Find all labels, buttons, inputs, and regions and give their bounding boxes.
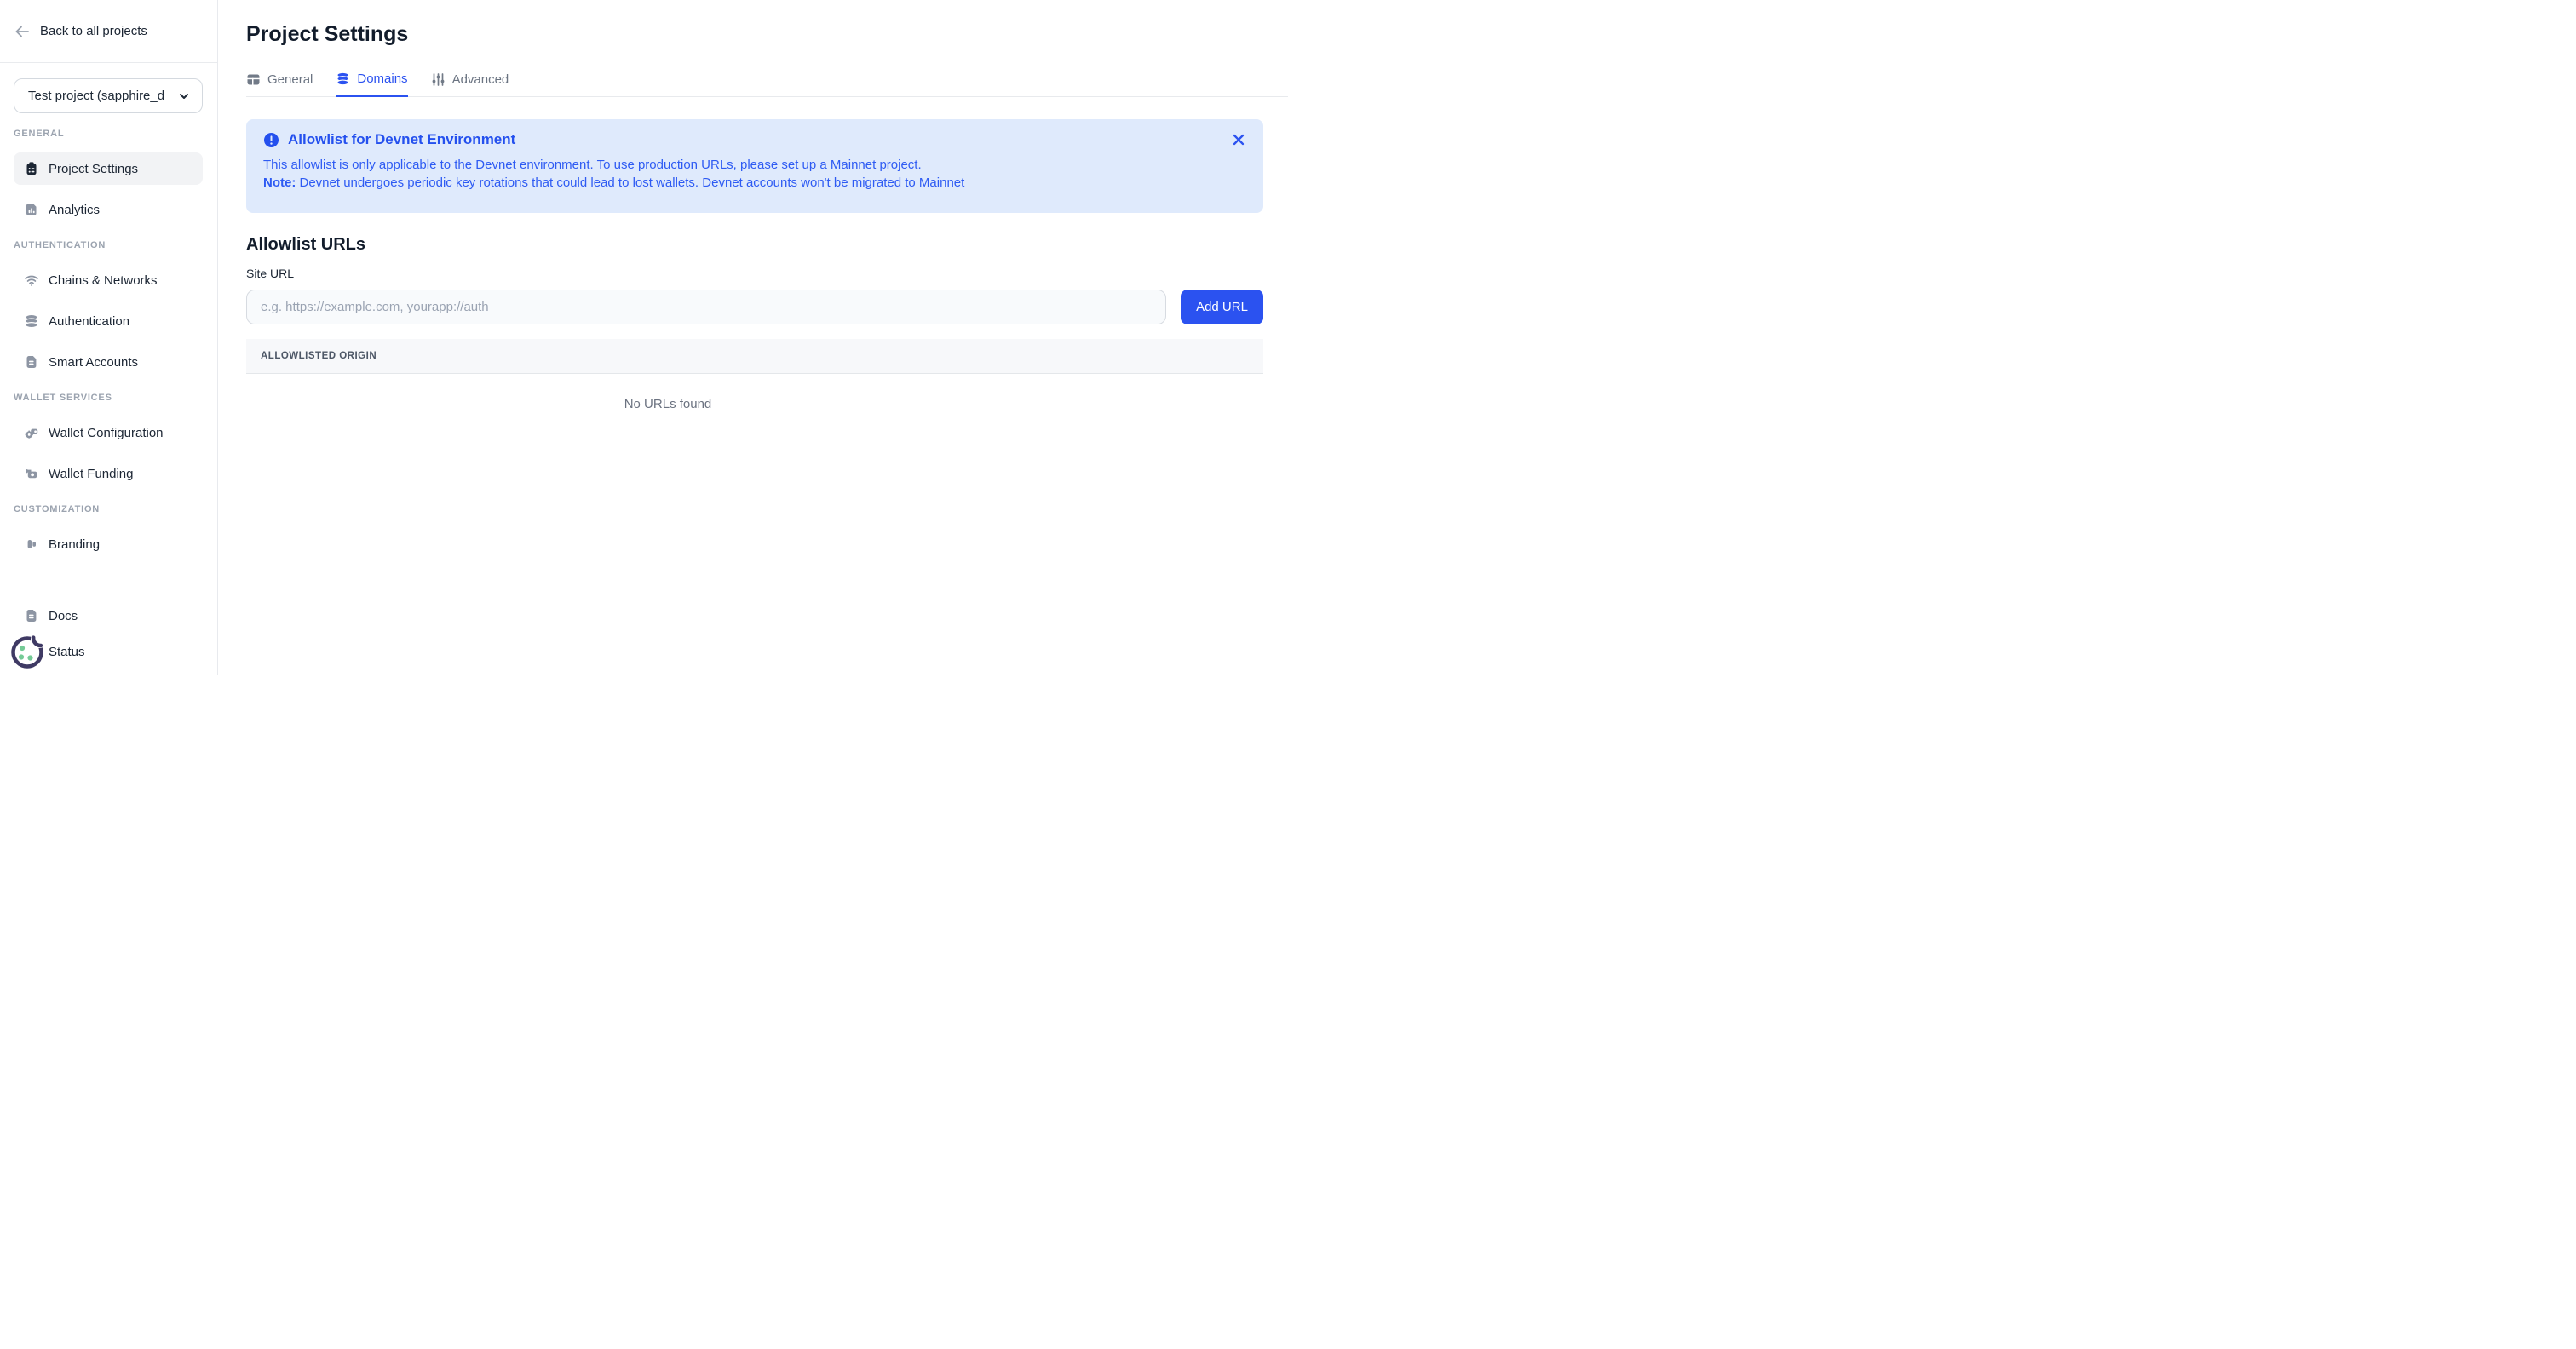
sidebar-item-label: Project Settings (49, 162, 138, 176)
file-icon (24, 354, 39, 370)
url-input-row: Add URL (246, 290, 1263, 324)
banner-body: This allowlist is only applicable to the… (263, 156, 1246, 192)
sidebar-item-label: Analytics (49, 203, 100, 217)
devnet-allowlist-banner: Allowlist for Devnet Environment This al… (246, 119, 1263, 213)
chevron-down-icon (178, 90, 190, 102)
tab-label: Domains (357, 72, 407, 86)
sidebar-item-label: Chains & Networks (49, 273, 158, 288)
add-url-button[interactable]: Add URL (1181, 290, 1263, 324)
table-icon (246, 72, 261, 87)
back-label: Back to all projects (40, 24, 147, 38)
sidebar-item-label: Authentication (49, 314, 129, 329)
sidebar-item-chains-networks[interactable]: Chains & Networks (14, 264, 203, 296)
sidebar-scroll-area: Test project (sapphire_d GENERAL (0, 63, 217, 555)
tab-label: Advanced (452, 72, 509, 87)
sidebar-item-label: Branding (49, 537, 100, 552)
sidebar-item-label: Wallet Funding (49, 467, 134, 481)
project-selector-value: Test project (sapphire_d (28, 89, 178, 103)
banner-line-2: Note: Devnet undergoes periodic key rota… (263, 174, 1246, 192)
banner-line-1: This allowlist is only applicable to the… (263, 156, 1246, 174)
banner-title: Allowlist for Devnet Environment (288, 131, 515, 148)
main-content: Project Settings General (218, 0, 1288, 674)
sidebar-item-label: Smart Accounts (49, 355, 138, 370)
tab-domains[interactable]: Domains (336, 72, 407, 97)
wifi-icon (24, 273, 39, 288)
branding-icon (24, 537, 39, 552)
analytics-icon (24, 202, 39, 217)
tab-advanced[interactable]: Advanced (431, 72, 509, 97)
sidebar-item-wallet-configuration[interactable]: Wallet Configuration (14, 416, 203, 449)
tab-label: General (267, 72, 313, 87)
tab-bar: General Domains (246, 72, 1288, 97)
sidebar-item-analytics[interactable]: Analytics (14, 193, 203, 226)
section-label-customization: CUSTOMIZATION (14, 504, 217, 514)
banner-note-label: Note: (263, 175, 296, 190)
sidebar-item-project-settings[interactable]: Project Settings (14, 152, 203, 185)
sidebar: Back to all projects Test project (sapph… (0, 0, 218, 674)
cookie-consent-button[interactable] (9, 632, 46, 671)
sidebar-item-label: Docs (49, 609, 78, 623)
page-title: Project Settings (246, 22, 1263, 47)
sidebar-item-label: Status (49, 645, 85, 659)
site-url-label: Site URL (246, 267, 1263, 280)
back-to-projects-link[interactable]: Back to all projects (0, 0, 217, 63)
sidebar-item-authentication[interactable]: Authentication (14, 305, 203, 337)
wallet-funding-icon (24, 466, 39, 481)
allowlist-heading: Allowlist URLs (246, 235, 1263, 255)
section-label-wallet-services: WALLET SERVICES (14, 393, 217, 403)
allowlist-table-header: ALLOWLISTED ORIGIN (246, 339, 1263, 374)
sidebar-item-branding[interactable]: Branding (14, 528, 203, 555)
section-label-general: GENERAL (14, 129, 217, 139)
wallet-gear-icon (24, 425, 39, 440)
site-url-input[interactable] (246, 290, 1166, 324)
sliders-icon (431, 72, 446, 87)
section-label-authentication: AUTHENTICATION (14, 240, 217, 250)
project-selector[interactable]: Test project (sapphire_d (14, 78, 203, 113)
app-window: Back to all projects Test project (sapph… (0, 0, 1288, 674)
sidebar-item-smart-accounts[interactable]: Smart Accounts (14, 346, 203, 378)
tab-general[interactable]: General (246, 72, 313, 97)
empty-state-text: No URLs found (246, 374, 1090, 411)
clipboard-icon (24, 161, 39, 176)
arrow-left-icon (14, 23, 31, 40)
database-icon (24, 313, 39, 329)
close-icon[interactable] (1231, 132, 1246, 147)
sidebar-item-docs[interactable]: Docs (14, 600, 204, 632)
banner-note-text: Devnet undergoes periodic key rotations … (296, 175, 964, 190)
info-circle-icon (263, 132, 279, 148)
sidebar-item-wallet-funding[interactable]: Wallet Funding (14, 457, 203, 490)
docs-icon (24, 608, 39, 623)
column-header-allowlisted-origin: ALLOWLISTED ORIGIN (261, 351, 377, 361)
sidebar-item-label: Wallet Configuration (49, 426, 164, 440)
database-icon (336, 72, 350, 86)
